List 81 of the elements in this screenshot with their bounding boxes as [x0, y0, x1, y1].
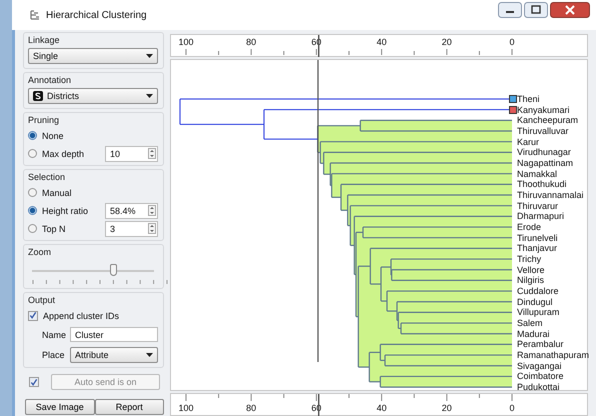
leaf-label: Namakkal [517, 168, 558, 180]
axis-tick-label: 40 [376, 403, 387, 413]
minimize-icon[interactable] [498, 2, 522, 18]
radio-button[interactable] [28, 131, 37, 140]
leaf-label: Nagapattinam [517, 157, 574, 170]
option-label: None [42, 130, 65, 140]
close-icon[interactable] [550, 2, 590, 18]
caret-icon [146, 54, 153, 58]
group-title: Zoom [28, 247, 52, 257]
caret-icon [146, 352, 153, 356]
leaf-label: Erode [517, 221, 542, 234]
leaf-label: Thiruvarur [517, 200, 558, 212]
action-button[interactable]: Report [94, 399, 164, 415]
leaf-label: Karur [517, 136, 540, 148]
spin-arrows-icon [148, 205, 156, 216]
axis-tick-label: 80 [246, 403, 256, 413]
leaf-label: Pudukottai [517, 381, 560, 394]
leaf-label: Kancheepuram [517, 115, 578, 126]
name-field[interactable]: Cluster [70, 327, 158, 342]
spin-arrows-icon [148, 223, 156, 234]
axis-tick-label: 100 [178, 37, 194, 47]
slider-thumb[interactable] [110, 264, 117, 276]
leaf-label: Madurai [517, 328, 550, 340]
option-label: Height ratio [42, 206, 90, 216]
leaf-label: Virudhunagar [517, 146, 571, 158]
axis-tick-label: 0 [510, 37, 514, 47]
group-title: Linkage [28, 35, 61, 45]
app-icon [30, 10, 40, 20]
string-variable-icon [33, 91, 43, 101]
checkbox-label: Append cluster IDs [43, 310, 120, 322]
axis-tick-label: 20 [442, 37, 452, 47]
leaf-label: Tirunelveli [517, 232, 558, 244]
leaf-label: Trichy [517, 253, 542, 266]
leaf-label: Dharmapuri [517, 210, 564, 222]
option-label: Top N [42, 224, 67, 234]
axis-tick-label: 80 [246, 37, 256, 47]
leaf-label: Villupuram [517, 307, 560, 318]
option-label: Manual [42, 188, 73, 198]
leaf-label: Coimbatore [517, 371, 564, 382]
axis-tick-label: 20 [442, 403, 452, 413]
caret-icon [146, 94, 153, 98]
spin-box[interactable]: 58.4% [105, 202, 158, 218]
checkbox[interactable] [28, 310, 38, 320]
radio-button[interactable] [28, 224, 37, 233]
leaf-label: Ramanathapuram [517, 349, 590, 362]
leaf-label: Thanjavur [517, 242, 558, 254]
leaf-label: Nilgiris [517, 274, 544, 286]
radio-button[interactable] [28, 188, 37, 197]
axis-tick-label: 40 [376, 37, 387, 47]
leaf-label: Thiruvannamalai [517, 189, 584, 202]
group-title: Annotation [28, 75, 72, 85]
leaf-label: Dindugul [517, 296, 553, 308]
leaf-label: Kanyakumari [517, 104, 570, 116]
leaf-label: Thoothukudi [517, 178, 567, 190]
maximize-icon[interactable] [524, 2, 548, 18]
leaf-label: Vellore [517, 264, 545, 276]
group-title: Pruning [28, 115, 60, 125]
option-label: Max depth [42, 148, 86, 158]
leaf-label: Sivagangai [517, 360, 562, 372]
radio-button[interactable] [28, 206, 37, 215]
linkage-dropdown[interactable]: Single [28, 48, 158, 64]
place-dropdown[interactable]: Attribute [70, 346, 158, 362]
spin-arrows-icon [148, 148, 156, 159]
axis-tick-label: 100 [178, 403, 194, 413]
leaf-label: Perambalur [517, 338, 564, 350]
axis-tick-label: 0 [510, 403, 514, 413]
spin-box[interactable]: 10 [105, 146, 158, 162]
leaf-label: Theni [517, 93, 540, 105]
spin-box[interactable]: 3 [105, 220, 158, 236]
field-label: Name [42, 330, 64, 340]
leaf-label: Thiruvalluvar [517, 125, 569, 137]
radio-button[interactable] [28, 149, 37, 158]
zoom-slider-track[interactable] [32, 264, 154, 277]
annotation-dropdown[interactable]: Districts [28, 88, 158, 104]
leaf-label: Cuddalore [517, 285, 559, 298]
group-title: Output [28, 295, 56, 305]
action-button[interactable]: Save Image [25, 399, 94, 415]
field-label: Place [42, 350, 64, 360]
group-title: Selection [28, 172, 66, 182]
leaf-label: Salem [517, 317, 543, 330]
window-title: Hierarchical Clustering [46, 10, 147, 20]
